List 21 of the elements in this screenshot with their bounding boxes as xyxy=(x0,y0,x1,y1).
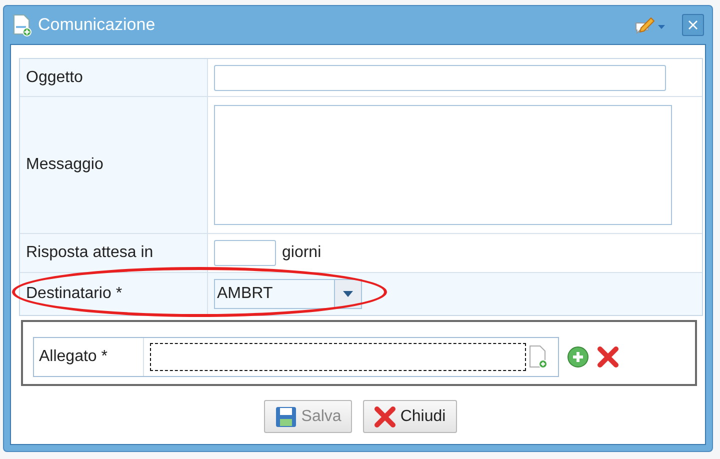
close-button[interactable] xyxy=(682,14,704,36)
message-field[interactable] xyxy=(214,105,672,225)
cross-icon xyxy=(374,406,396,428)
document-add-icon xyxy=(12,13,32,37)
unit-label: giorni xyxy=(282,244,322,262)
field-label: Destinatario * xyxy=(20,273,208,315)
number-field[interactable] xyxy=(214,240,276,266)
close-icon xyxy=(688,20,698,30)
add-icon[interactable] xyxy=(567,346,589,368)
field-label: Allegato * xyxy=(34,338,144,376)
text-field[interactable] xyxy=(214,64,666,90)
file-add-icon[interactable] xyxy=(528,345,548,369)
field-label: Risposta attesa in xyxy=(20,234,208,272)
dropdown-field[interactable]: AMBRT xyxy=(214,279,362,309)
delete-icon[interactable] xyxy=(597,346,619,368)
edit-menu-button[interactable] xyxy=(634,15,666,35)
close-button[interactable]: Chiudi xyxy=(363,400,457,433)
file-field[interactable] xyxy=(150,343,526,371)
window-title: Comunicazione xyxy=(38,15,156,35)
field-label: Oggetto xyxy=(20,59,208,96)
field-label: Messaggio xyxy=(20,97,208,233)
